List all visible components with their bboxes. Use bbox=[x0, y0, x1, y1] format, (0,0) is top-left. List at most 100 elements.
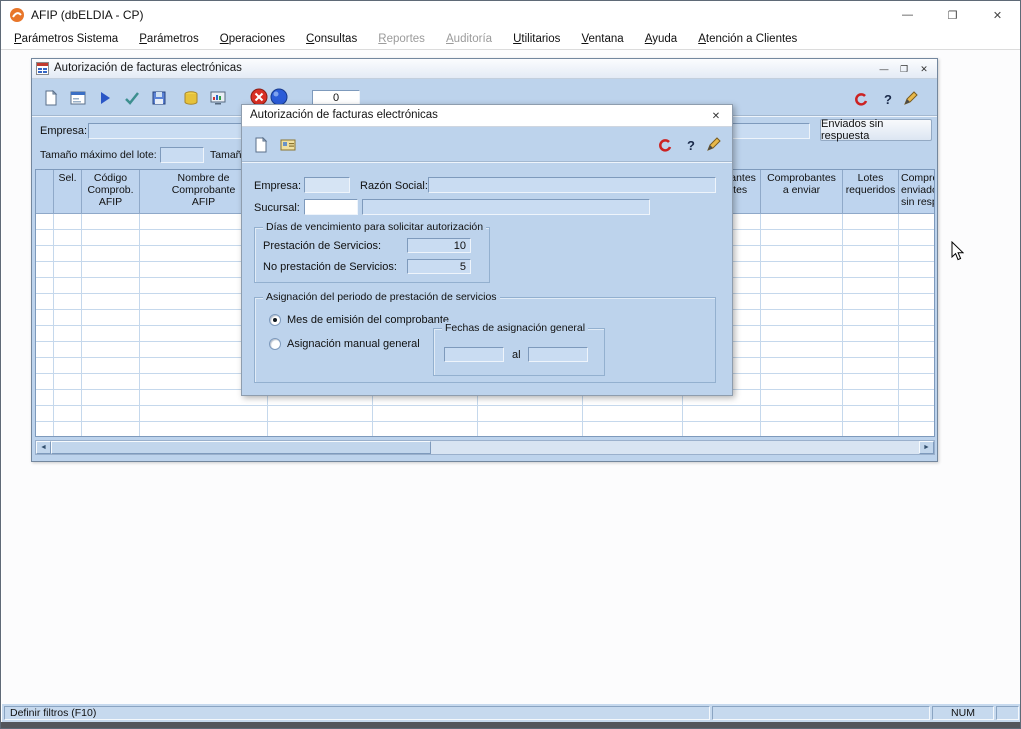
database-button[interactable] bbox=[178, 85, 204, 111]
menu-ayuda[interactable]: Ayuda bbox=[636, 29, 686, 49]
dialog-card-button[interactable] bbox=[275, 132, 301, 158]
no-prestacion-input[interactable]: 5 bbox=[407, 259, 471, 274]
database-icon bbox=[183, 90, 199, 106]
fecha-al-label: al bbox=[512, 349, 521, 361]
child-close-button[interactable]: ✕ bbox=[914, 59, 934, 79]
monitor-button[interactable] bbox=[205, 85, 231, 111]
prestacion-label: Prestación de Servicios: bbox=[263, 240, 381, 252]
dialog-titlebar[interactable]: Autorización de facturas electrónicas ✕ bbox=[242, 105, 732, 127]
table-row[interactable] bbox=[36, 406, 934, 422]
column-header[interactable]: Comprobantes enviados sin respuesta bbox=[899, 170, 935, 214]
card-icon bbox=[280, 137, 296, 153]
asignacion-group-title: Asignación del periodo de prestación de … bbox=[263, 291, 500, 303]
dialog-close-button[interactable]: ✕ bbox=[702, 106, 730, 126]
prestacion-input[interactable]: 10 bbox=[407, 238, 471, 253]
dialog-toolbar-separator bbox=[242, 161, 732, 163]
radio-mes-emision[interactable] bbox=[269, 314, 281, 326]
app-icon bbox=[9, 7, 25, 23]
dialog-shortcut-pen-button[interactable] bbox=[703, 134, 725, 154]
menu-parametros[interactable]: Parámetros bbox=[130, 29, 207, 49]
column-header[interactable]: Comprobantes a enviar bbox=[761, 170, 843, 214]
run-icon bbox=[97, 90, 113, 106]
column-header[interactable]: Lotes requeridos bbox=[843, 170, 899, 214]
status-panel-middle bbox=[712, 706, 930, 720]
radio-mes-emision-label[interactable]: Mes de emisión del comprobante bbox=[287, 314, 449, 326]
close-button[interactable]: ✕ bbox=[975, 1, 1020, 29]
new-document-icon bbox=[253, 137, 269, 153]
fecha-desde-input[interactable] bbox=[444, 347, 504, 362]
status-message: Definir filtros (F10) bbox=[4, 706, 710, 720]
menu-atencion-clientes[interactable]: Atención a Clientes bbox=[689, 29, 806, 49]
column-header[interactable] bbox=[36, 170, 54, 214]
shortcut-pen-button[interactable] bbox=[900, 88, 922, 108]
confirm-button[interactable] bbox=[119, 85, 145, 111]
horizontal-scrollbar[interactable]: ◄ ► bbox=[35, 440, 935, 455]
form-properties-icon bbox=[70, 90, 86, 106]
dialog-title: Autorización de facturas electrónicas bbox=[250, 109, 438, 121]
dialog-help-button[interactable]: ? bbox=[680, 135, 702, 155]
radio-asignacion-manual[interactable] bbox=[269, 338, 281, 350]
application-window: AFIP (dbELDIA - CP) — ❐ ✕ Parámetros Sis… bbox=[0, 0, 1021, 729]
window-titlebar: AFIP (dbELDIA - CP) — ❐ ✕ bbox=[1, 1, 1021, 29]
sucursal-label: Sucursal: bbox=[254, 202, 300, 214]
no-prestacion-label: No prestación de Servicios: bbox=[263, 261, 397, 273]
maximize-button[interactable]: ❐ bbox=[930, 1, 975, 29]
pen-icon bbox=[903, 90, 919, 106]
sucursal-code-input[interactable] bbox=[304, 199, 358, 215]
help-button[interactable]: ? bbox=[877, 89, 899, 109]
minimize-button[interactable]: — bbox=[885, 1, 930, 29]
fechas-group: Fechas de asignación general al bbox=[433, 328, 605, 376]
vencimiento-group: Días de vencimiento para solicitar autor… bbox=[254, 227, 490, 283]
child-minimize-button[interactable]: — bbox=[874, 59, 894, 79]
radio-asignacion-manual-label[interactable]: Asignación manual general bbox=[287, 338, 420, 350]
razon-social-input[interactable] bbox=[428, 177, 716, 193]
vencimiento-group-title: Días de vencimiento para solicitar autor… bbox=[263, 221, 486, 233]
pen-icon bbox=[706, 136, 722, 152]
menu-operaciones[interactable]: Operaciones bbox=[211, 29, 294, 49]
exit-icon bbox=[853, 91, 869, 107]
menu-auditoria: Auditoría bbox=[437, 29, 501, 49]
dialog-autorizacion: Autorización de facturas electrónicas ✕ … bbox=[241, 104, 733, 396]
save-button[interactable] bbox=[146, 85, 172, 111]
window-bottom-edge bbox=[1, 722, 1021, 729]
menu-consultas[interactable]: Consultas bbox=[297, 29, 366, 49]
child-titlebar[interactable]: Autorización de facturas electrónicas — … bbox=[32, 59, 937, 79]
column-header[interactable]: Código Comprob. AFIP bbox=[82, 170, 140, 214]
new-button[interactable] bbox=[38, 85, 64, 111]
asignacion-group: Asignación del periodo de prestación de … bbox=[254, 297, 716, 383]
monitor-chart-icon bbox=[210, 90, 226, 106]
menu-parametros-sistema[interactable]: Parámetros Sistema bbox=[5, 29, 127, 49]
window-title: AFIP (dbELDIA - CP) bbox=[31, 8, 143, 22]
razon-social-label: Razón Social: bbox=[360, 180, 428, 192]
dialog-exit-button[interactable] bbox=[654, 135, 676, 155]
column-header[interactable]: Sel. bbox=[54, 170, 82, 214]
menu-utilitarios[interactable]: Utilitarios bbox=[504, 29, 569, 49]
exit-button[interactable] bbox=[850, 89, 872, 109]
exit-icon bbox=[657, 137, 673, 153]
run-button[interactable] bbox=[92, 85, 118, 111]
num-lock-indicator: NUM bbox=[932, 706, 994, 720]
child-window-title: Autorización de facturas electrónicas bbox=[54, 62, 242, 74]
enviados-sin-respuesta-button[interactable]: Enviados sin respuesta bbox=[820, 119, 932, 141]
child-restore-button[interactable]: ❐ bbox=[894, 59, 914, 79]
tamano-maximo-input[interactable] bbox=[160, 147, 204, 163]
scroll-left-button[interactable]: ◄ bbox=[36, 441, 51, 454]
table-row[interactable] bbox=[36, 422, 934, 437]
child-window-icon bbox=[36, 62, 49, 75]
sucursal-name-input[interactable] bbox=[362, 199, 650, 215]
status-panel-right bbox=[996, 706, 1019, 720]
status-bar: Definir filtros (F10) NUM bbox=[2, 704, 1021, 722]
menu-bar: Parámetros Sistema Parámetros Operacione… bbox=[1, 29, 1021, 50]
menu-ventana[interactable]: Ventana bbox=[572, 29, 632, 49]
fecha-hasta-input[interactable] bbox=[528, 347, 588, 362]
empresa-label: Empresa: bbox=[40, 125, 87, 137]
checkmark-icon bbox=[124, 90, 140, 106]
properties-button[interactable] bbox=[65, 85, 91, 111]
fechas-group-title: Fechas de asignación general bbox=[442, 322, 588, 334]
new-document-icon bbox=[43, 90, 59, 106]
scroll-right-button[interactable]: ► bbox=[919, 441, 934, 454]
dialog-new-button[interactable] bbox=[248, 132, 274, 158]
dialog-empresa-input[interactable] bbox=[304, 177, 350, 193]
menu-reportes: Reportes bbox=[369, 29, 434, 49]
scrollbar-thumb[interactable] bbox=[51, 441, 431, 454]
